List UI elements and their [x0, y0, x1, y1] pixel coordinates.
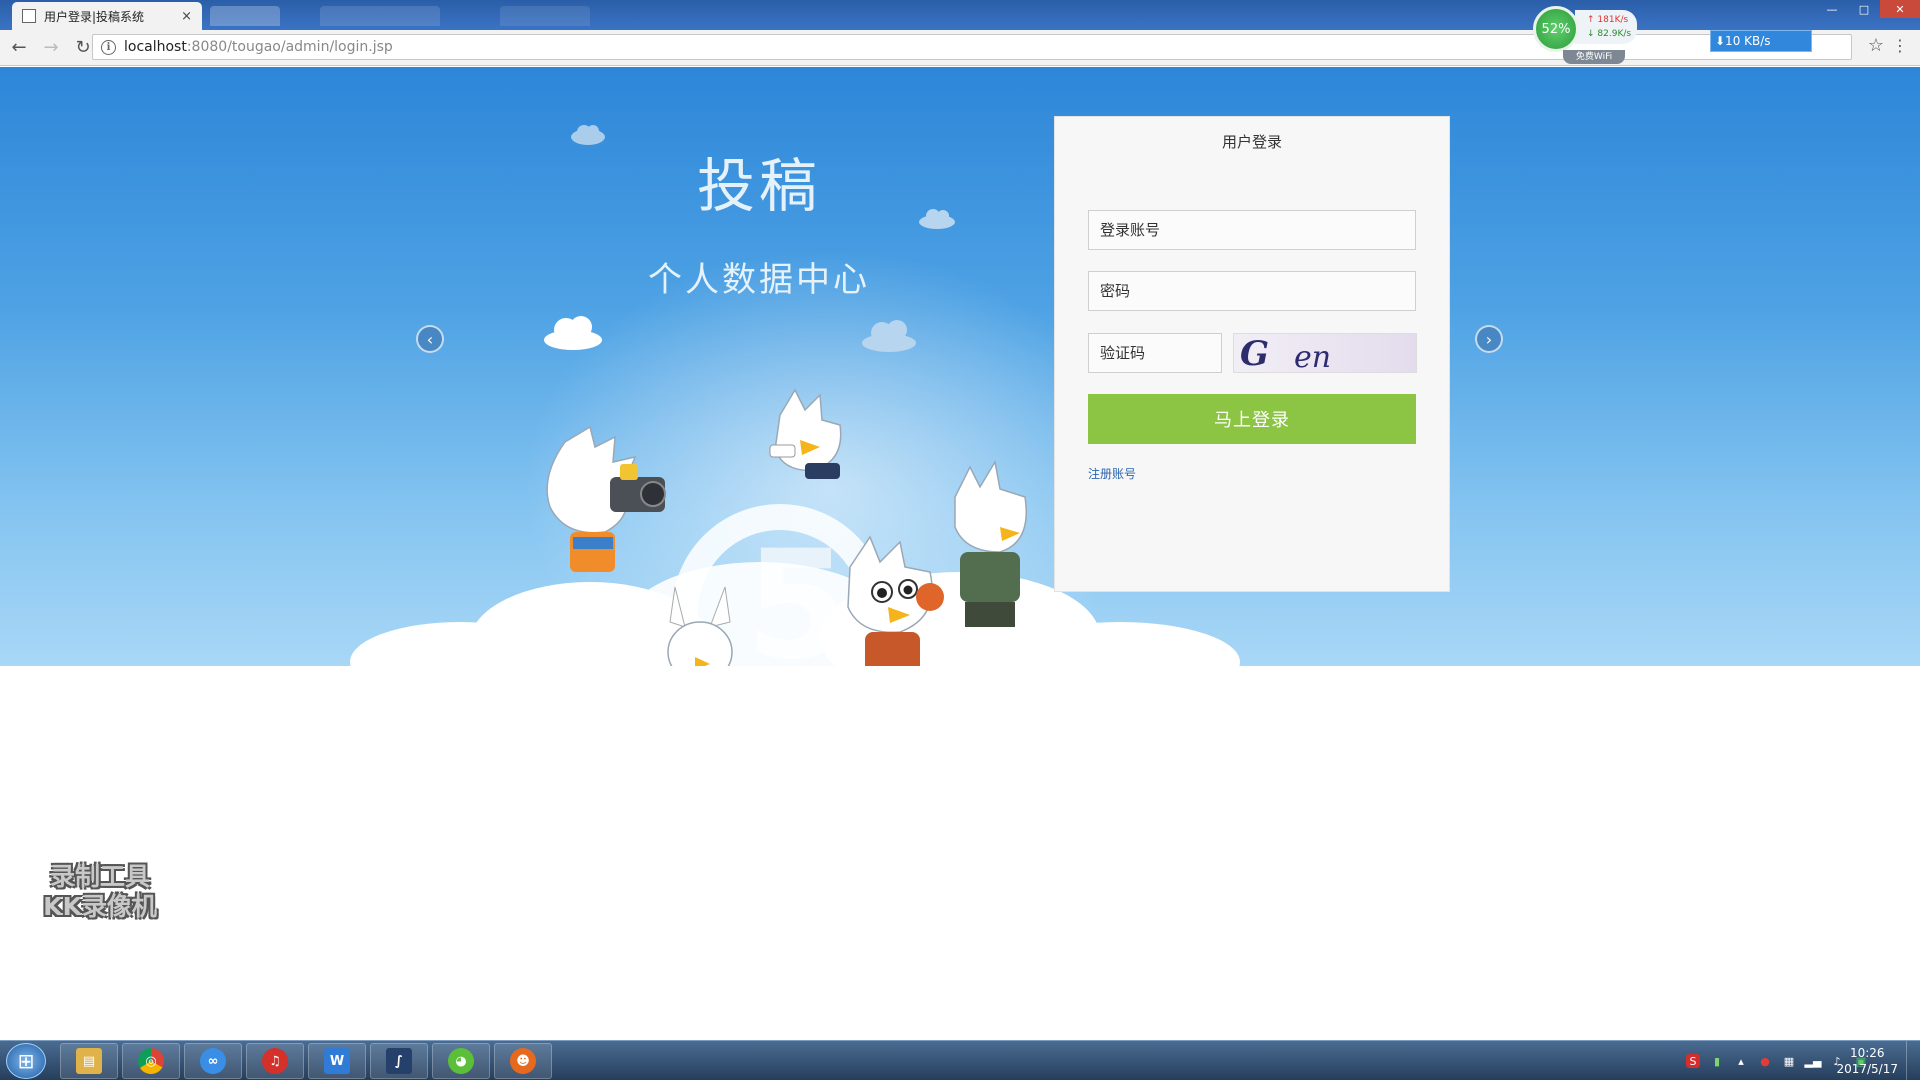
banner-subline: 个人数据中心	[648, 260, 870, 300]
maximize-button[interactable]: □	[1848, 0, 1880, 18]
login-title: 用户登录	[1221, 133, 1282, 151]
tab-title: 用户登录|投稿系统	[44, 9, 145, 24]
upload-speed: ↑ 181K/s	[1587, 15, 1629, 25]
feather-icon: ∫	[386, 1048, 412, 1074]
background-tab-ghost	[320, 6, 440, 26]
battery-icon[interactable]: ▮	[1710, 1054, 1724, 1068]
chevron-right-icon: ›	[1485, 329, 1493, 349]
banner-headline: 投稿	[696, 152, 821, 220]
start-button[interactable]: ⊞	[6, 1043, 46, 1079]
tray-expand-icon[interactable]: ▴	[1734, 1054, 1748, 1068]
back-button[interactable]: ←	[6, 35, 32, 61]
url-host: localhost	[124, 39, 187, 55]
taskbar-app-avatar[interactable]: ☻	[494, 1043, 552, 1079]
taskbar-clock[interactable]: 10:26 2017/5/17	[1836, 1045, 1898, 1077]
captcha-glyph: en	[1294, 340, 1332, 373]
window-controls: — □ ✕	[1816, 0, 1920, 18]
login-panel: 用户登录 G en 马上登录 注册账号	[1054, 116, 1450, 592]
clock-date: 2017/5/17	[1836, 1062, 1898, 1076]
free-wifi-label: 免费WiFi	[1563, 50, 1625, 64]
net-speed-readout: ↑ 181K/s ↓ 82.9K/s	[1575, 10, 1637, 44]
green-app-icon: ◕	[448, 1048, 474, 1074]
windows-taskbar: ⊞ ▤ ◎ ∞ ♫ W ∫ ◕ ☻ S ▮ ▴ ● ▦ ▂▄ ♪ ▣ 10:26…	[0, 1040, 1920, 1080]
taskbar-app-green[interactable]: ◕	[432, 1043, 490, 1079]
close-window-button[interactable]: ✕	[1880, 0, 1920, 18]
taskbar-app-wps[interactable]: W	[308, 1043, 366, 1079]
mascot-soldier-illustration	[954, 459, 1027, 627]
carousel-next-button[interactable]: ›	[1475, 325, 1503, 353]
mascot-camera-illustration	[546, 425, 666, 572]
captcha-image[interactable]: G en	[1233, 333, 1417, 373]
network-speed-widget[interactable]: ↑ 181K/s ↓ 82.9K/s 52% 免费WiFi	[1533, 4, 1641, 64]
site-info-icon[interactable]: i	[101, 39, 116, 55]
netdisk-icon: ∞	[200, 1048, 226, 1074]
cloud-download-speed[interactable]: ⬇10 KB/s	[1710, 30, 1812, 52]
chrome-icon: ◎	[138, 1048, 164, 1074]
background-tab-ghost	[500, 6, 590, 26]
minimize-button[interactable]: —	[1816, 0, 1848, 18]
watermark-line-2: KK录像机	[43, 892, 157, 921]
username-input[interactable]	[1088, 210, 1416, 250]
password-input[interactable]	[1088, 271, 1416, 311]
carousel-prev-button[interactable]: ‹	[416, 325, 444, 353]
music-icon: ♫	[262, 1048, 288, 1074]
taskbar-app-file-explorer[interactable]: ▤	[60, 1043, 118, 1079]
memory-usage-circle: 52%	[1533, 6, 1579, 52]
url-path: :8080/tougao/admin/login.jsp	[186, 39, 393, 55]
taskbar-app-netease-music[interactable]: ♫	[246, 1043, 304, 1079]
chevron-left-icon: ‹	[426, 329, 434, 349]
sogou-ime-icon[interactable]: S	[1686, 1054, 1700, 1068]
tab-close-icon[interactable]: ×	[181, 9, 192, 24]
page-favicon-icon	[22, 9, 36, 23]
folder-icon: ▤	[76, 1048, 102, 1074]
browser-menu-icon[interactable]: ⋮	[1892, 36, 1908, 55]
recorder-watermark: 录制工具 KK录像机	[30, 862, 170, 922]
windows-logo-icon: ⊞	[17, 1049, 35, 1073]
login-submit-button[interactable]: 马上登录	[1088, 394, 1416, 444]
cloud-icon	[862, 320, 916, 352]
new-tab-button[interactable]	[210, 6, 280, 26]
cloud-speed-text: ⬇10 KB/s	[1715, 34, 1771, 48]
cloud-icon	[919, 209, 955, 229]
avatar-app-icon: ☻	[510, 1048, 536, 1074]
clock-time: 10:26	[1849, 1046, 1885, 1060]
hero-banner: 5	[0, 67, 1920, 666]
captcha-input[interactable]	[1088, 333, 1222, 373]
register-link[interactable]: 注册账号	[1088, 465, 1136, 482]
taskbar-app-feather[interactable]: ∫	[370, 1043, 428, 1079]
antivirus-icon[interactable]: ●	[1758, 1054, 1772, 1068]
browser-tab-active[interactable]: 用户登录|投稿系统 ×	[12, 2, 202, 30]
show-desktop-button[interactable]	[1906, 1041, 1920, 1080]
forward-button[interactable]: →	[38, 35, 64, 61]
watermark-line-1: 录制工具	[49, 862, 150, 891]
wps-writer-icon: W	[324, 1048, 350, 1074]
mascot-flying-illustration	[769, 388, 842, 479]
bookmark-star-icon[interactable]: ☆	[1868, 35, 1884, 56]
download-speed: ↓ 82.9K/s	[1587, 29, 1632, 39]
action-center-icon[interactable]: ▦	[1782, 1054, 1796, 1068]
taskbar-app-baidu-netdisk[interactable]: ∞	[184, 1043, 242, 1079]
cloud-icon	[544, 316, 602, 350]
network-signal-icon[interactable]: ▂▄	[1805, 1054, 1822, 1068]
captcha-glyph: G	[1240, 334, 1270, 373]
taskbar-app-chrome[interactable]: ◎	[122, 1043, 180, 1079]
mascot-rabbit-illustration	[667, 586, 733, 666]
